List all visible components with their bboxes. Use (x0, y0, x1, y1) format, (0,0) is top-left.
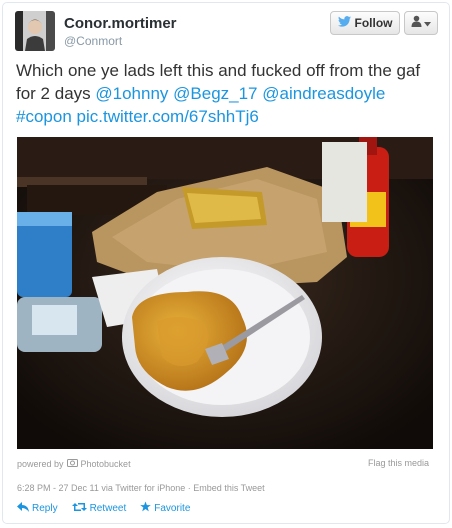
favorite-button[interactable]: Favorite (140, 501, 190, 515)
avatar[interactable] (15, 11, 55, 51)
favorite-label: Favorite (154, 502, 191, 514)
via-text: via Twitter for iPhone (101, 483, 186, 493)
reply-label: Reply (32, 502, 58, 514)
user-icon (411, 14, 422, 32)
follow-button[interactable]: Follow (330, 11, 400, 35)
tweet-meta: 6:28 PM - 27 Dec 11 via Twitter for iPho… (17, 483, 265, 493)
hashtag-link[interactable]: #copon (16, 107, 72, 126)
display-name[interactable]: Conor.mortimer (64, 15, 177, 32)
retweet-label: Retweet (89, 502, 127, 514)
mention-link[interactable]: @1ohnny (95, 84, 168, 103)
timestamp-link[interactable]: 6:28 PM - 27 Dec 11 (17, 483, 99, 493)
screen-name[interactable]: @Conmort (64, 34, 122, 48)
camera-icon (66, 458, 78, 469)
follow-label: Follow (354, 16, 393, 30)
user-menu-button[interactable] (404, 11, 438, 35)
embed-tweet-link[interactable]: Embed this Tweet (193, 483, 264, 493)
reply-button[interactable]: Reply (17, 501, 58, 515)
photo-illustration (17, 137, 433, 449)
retweet-icon (71, 502, 87, 515)
reply-icon (17, 501, 29, 515)
tweet-text: Which one ye lads left this and fucked o… (16, 59, 442, 128)
media-link[interactable]: pic.twitter.com/67shhTj6 (77, 107, 259, 126)
chevron-down-icon (424, 14, 431, 32)
photobucket-link[interactable]: Photobucket (81, 459, 131, 469)
separator: · (187, 483, 191, 493)
mention-link[interactable]: @aindreasdoyle (262, 84, 385, 103)
twitter-bird-icon (337, 16, 351, 30)
photo-credit: powered by Photobucket (17, 458, 131, 469)
retweet-button[interactable]: Retweet (71, 501, 127, 515)
mention-link[interactable]: @Begz_17 (173, 84, 257, 103)
tweet-card: Conor.mortimer @Conmort Follow Which one… (2, 2, 450, 524)
tweet-photo[interactable] (17, 137, 433, 449)
tweet-actions: Reply Retweet Favorite (17, 501, 190, 515)
powered-by-label: powered by (17, 458, 64, 469)
tweet-header: Conor.mortimer @Conmort Follow (15, 11, 439, 55)
flag-media-link[interactable]: Flag this media (368, 458, 429, 468)
star-icon (140, 501, 152, 515)
